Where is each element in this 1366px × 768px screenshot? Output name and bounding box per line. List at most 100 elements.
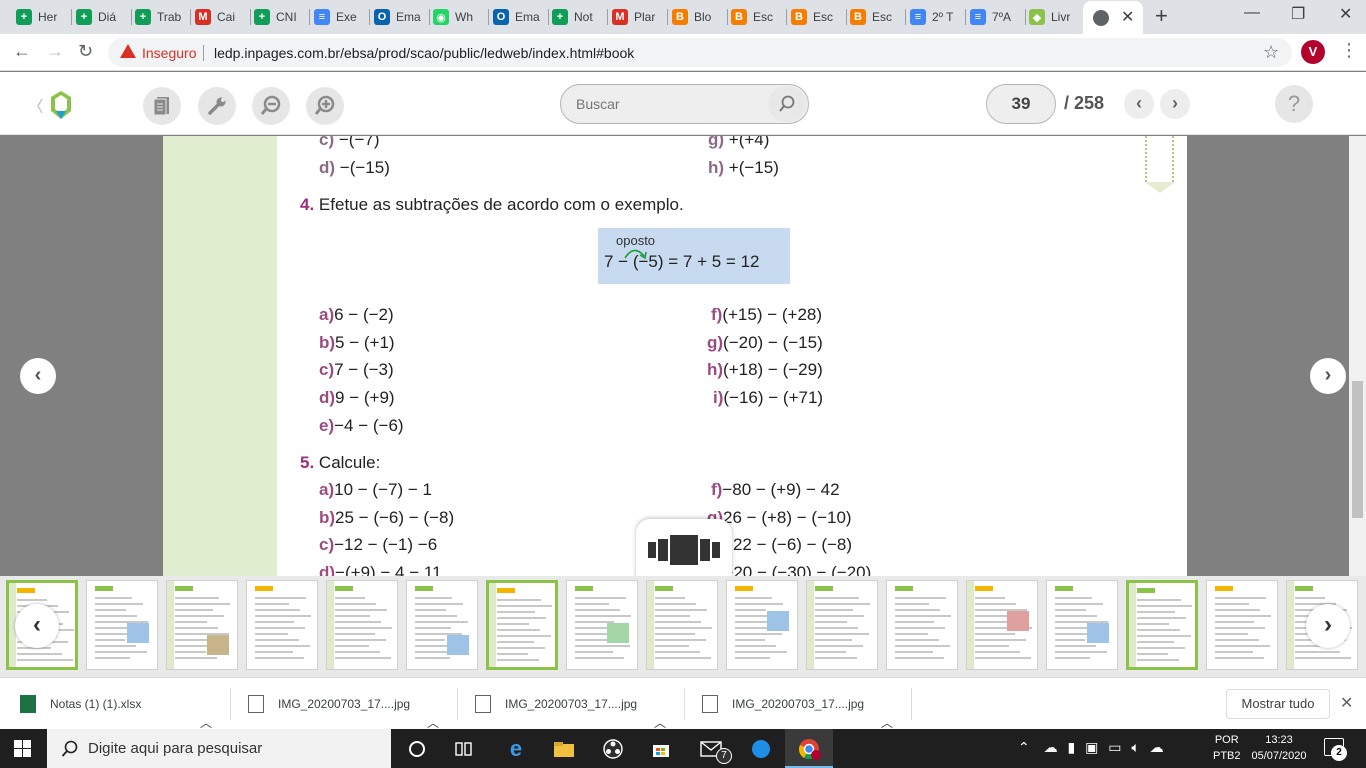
obs-icon[interactable]: [600, 736, 626, 762]
page-thumbnail[interactable]: [326, 580, 398, 670]
zoom-out-button[interactable]: [252, 87, 290, 125]
onedrive-icon[interactable]: ☁: [1150, 739, 1164, 755]
browser-menu-icon[interactable]: ⋮: [1340, 40, 1358, 61]
browser-tab[interactable]: + Trab: [135, 5, 185, 29]
page-thumbnail[interactable]: [246, 580, 318, 670]
profile-avatar[interactable]: V: [1301, 40, 1325, 64]
download-item[interactable]: Notas (1) (1).xlsx: [20, 678, 141, 730]
battery-icon[interactable]: ▭: [1108, 739, 1121, 755]
new-tab-button[interactable]: +: [1155, 3, 1168, 29]
page-thumbnail[interactable]: [86, 580, 158, 670]
taskbar-search-box[interactable]: Digite aqui para pesquisar: [47, 729, 391, 768]
microphone-icon[interactable]: ▮: [1068, 739, 1076, 755]
thumbnails-next-button[interactable]: ›: [1306, 604, 1350, 648]
page-thumbnail[interactable]: [1206, 580, 1278, 670]
pages-tool-button[interactable]: [143, 87, 181, 125]
browser-toolbar: ← → ↻ Inseguro ledp.inpages.com.br/ebsa/…: [0, 34, 1366, 71]
chrome-taskbar-button[interactable]: [785, 729, 833, 768]
tab-title: Her: [38, 10, 58, 24]
page-number-input[interactable]: [986, 84, 1056, 124]
file-explorer-icon[interactable]: [551, 736, 577, 762]
next-page-button[interactable]: ›: [1160, 89, 1190, 119]
store-icon[interactable]: [648, 736, 674, 762]
scrollbar-thumb[interactable]: [1352, 381, 1363, 518]
browser-tab[interactable]: ≡ Exe: [314, 5, 364, 29]
page-thumbnail[interactable]: [726, 580, 798, 670]
language-indicator[interactable]: POR PTB2: [1213, 732, 1241, 764]
page-thumbnail[interactable]: [166, 580, 238, 670]
tab-separator: [71, 9, 72, 25]
safari-icon[interactable]: [748, 736, 774, 762]
browser-tab[interactable]: O Ema: [493, 5, 543, 29]
edge-icon[interactable]: e: [503, 736, 529, 762]
page-thumbnail[interactable]: [566, 580, 638, 670]
browser-tab[interactable]: + Not: [552, 5, 602, 29]
maximize-button[interactable]: ❐: [1291, 4, 1305, 24]
close-download-bar-icon[interactable]: ✕: [1340, 693, 1353, 713]
forward-button[interactable]: →: [46, 41, 64, 62]
minimize-button[interactable]: —: [1244, 4, 1260, 22]
tools-button[interactable]: [198, 87, 236, 125]
address-bar[interactable]: Inseguro ledp.inpages.com.br/ebsa/prod/s…: [108, 38, 1292, 67]
browser-tab[interactable]: ≡ 2º T: [910, 5, 960, 29]
clock[interactable]: 13:23 05/07/2020: [1248, 732, 1310, 764]
exercise-item: d) −(−15): [319, 158, 390, 177]
cortana-icon[interactable]: [404, 736, 430, 762]
back-button[interactable]: ←: [13, 41, 31, 62]
tab-active[interactable]: ✕: [1083, 1, 1143, 34]
page-thumbnail[interactable]: [966, 580, 1038, 670]
download-item[interactable]: IMG_20200703_17....jpg: [248, 678, 410, 730]
help-button[interactable]: ?: [1275, 85, 1313, 123]
page-thumbnail[interactable]: [1046, 580, 1118, 670]
page-thumbnail[interactable]: [486, 580, 558, 670]
close-window-button[interactable]: ✕: [1339, 4, 1352, 24]
windows-start-button[interactable]: [14, 740, 31, 757]
page-thumbnail[interactable]: [406, 580, 478, 670]
page-thumbnail[interactable]: [886, 580, 958, 670]
close-tab-icon[interactable]: ✕: [1121, 7, 1134, 27]
browser-tab[interactable]: O Ema: [374, 5, 424, 29]
browser-tab[interactable]: B Esc: [850, 5, 900, 29]
page-thumbnail[interactable]: [646, 580, 718, 670]
reload-button[interactable]: ↻: [78, 41, 93, 62]
show-all-downloads-button[interactable]: Mostrar tudo: [1226, 689, 1330, 719]
security-status[interactable]: Inseguro: [142, 45, 196, 61]
thumbnails-prev-button[interactable]: ‹: [15, 604, 59, 648]
bookmark-ribbon[interactable]: [1145, 136, 1175, 193]
bookmark-star-icon[interactable]: ☆: [1263, 42, 1279, 63]
browser-tab[interactable]: M Cai: [195, 5, 245, 29]
browser-tab[interactable]: ◆ Livr: [1029, 5, 1079, 29]
system-tray[interactable]: ⌃ ☁ ▮ ▣ ▭ 🔈︎ ☁: [1018, 739, 1164, 756]
chevron-up-icon[interactable]: ⌃: [1018, 739, 1030, 755]
page-scrollbar[interactable]: [1349, 136, 1366, 576]
network-icon[interactable]: ▣: [1085, 739, 1098, 755]
page-thumbnail[interactable]: [1126, 580, 1198, 670]
url-text[interactable]: ledp.inpages.com.br/ebsa/prod/scao/publi…: [214, 45, 634, 61]
browser-tab[interactable]: M Plar: [612, 5, 662, 29]
thumbnails-toggle-button[interactable]: [636, 519, 732, 579]
browser-tab[interactable]: ≡ 7ºA: [970, 5, 1020, 29]
previous-spread-button[interactable]: ‹: [20, 358, 56, 394]
task-view-icon[interactable]: [451, 736, 477, 762]
browser-tab[interactable]: + Her: [16, 5, 66, 29]
ledweb-logo-icon[interactable]: [36, 89, 76, 128]
browser-tab[interactable]: B Blo: [672, 5, 722, 29]
next-spread-button[interactable]: ›: [1310, 358, 1346, 394]
tab-title: Esc: [753, 10, 774, 24]
tab-title: Esc: [872, 10, 893, 24]
page-thumbnail[interactable]: [806, 580, 878, 670]
thumbnail-strip: ‹ ›: [0, 576, 1366, 677]
zoom-in-button[interactable]: [306, 87, 344, 125]
prev-page-button[interactable]: ‹: [1124, 89, 1154, 119]
browser-tab[interactable]: + Diá: [76, 5, 126, 29]
browser-tab[interactable]: + CNI: [254, 5, 304, 29]
search-button[interactable]: [768, 86, 806, 122]
browser-tab[interactable]: ◉ Wh: [433, 5, 483, 29]
volume-icon[interactable]: 🔈︎: [1131, 739, 1139, 755]
tab-separator: [846, 9, 847, 25]
browser-tab[interactable]: B Esc: [791, 5, 841, 29]
browser-tab[interactable]: B Esc: [731, 5, 781, 29]
weather-icon[interactable]: ☁: [1044, 739, 1058, 755]
download-item[interactable]: IMG_20200703_17....jpg: [475, 678, 637, 730]
download-item[interactable]: IMG_20200703_17....jpg: [702, 678, 864, 730]
